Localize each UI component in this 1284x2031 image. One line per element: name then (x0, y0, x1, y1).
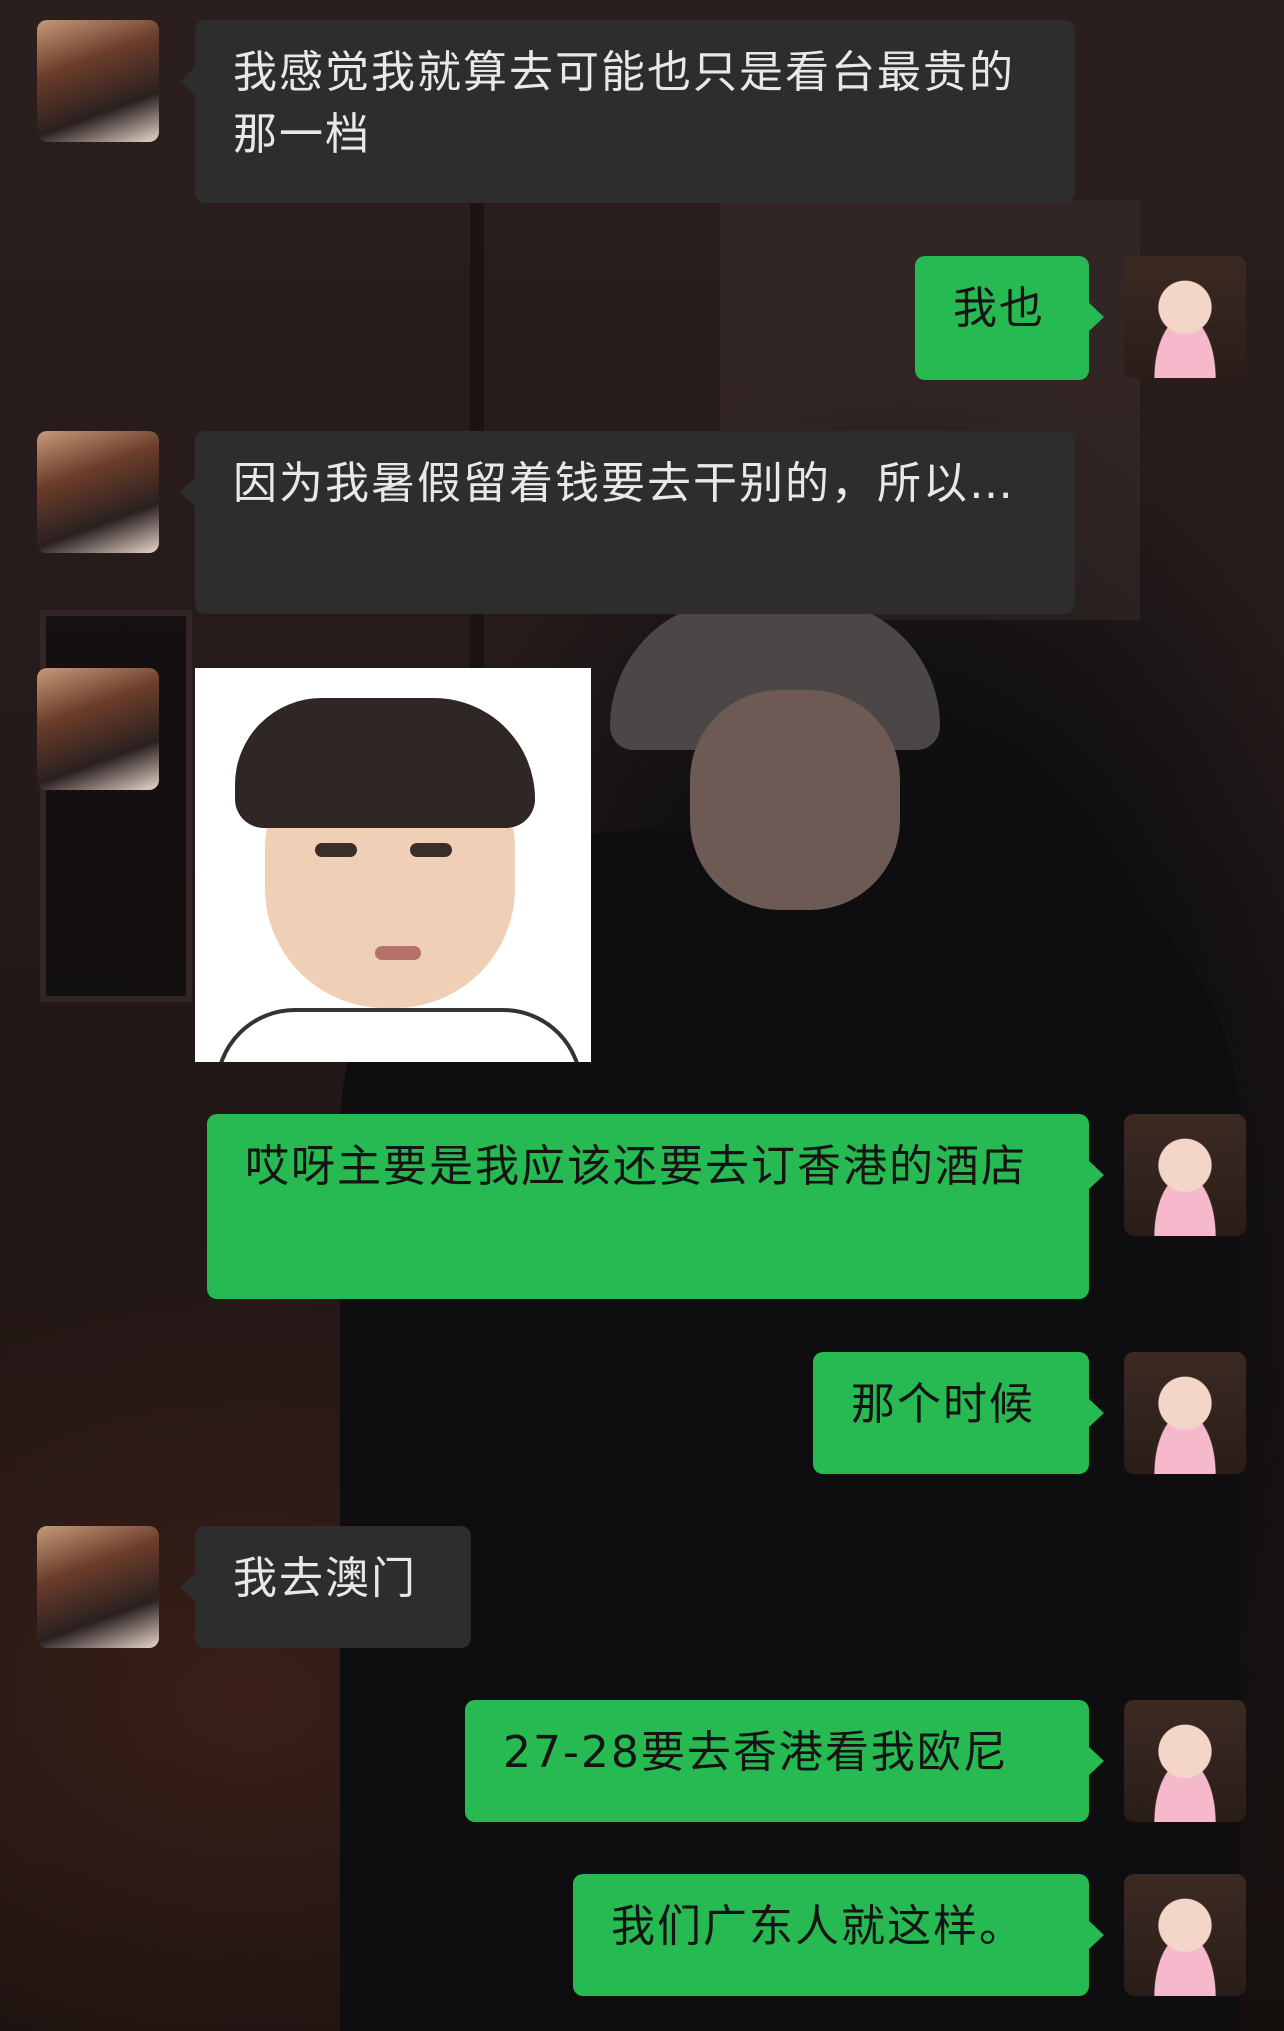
self-avatar[interactable] (1124, 1352, 1246, 1474)
sticker-right-eye (410, 843, 452, 857)
wallpaper-person-face (690, 690, 900, 910)
contact-avatar[interactable] (37, 1526, 159, 1648)
contact-avatar[interactable] (37, 431, 159, 553)
self-avatar[interactable] (1124, 1114, 1246, 1236)
sticker-mouth (375, 946, 421, 960)
message-bubble-outgoing[interactable]: 那个时候 (813, 1352, 1104, 1474)
message-bubble-incoming[interactable]: 我去澳门 (180, 1526, 471, 1648)
message-bubble-outgoing[interactable]: 哎呀主要是我应该还要去订香港的酒店 (207, 1114, 1104, 1299)
self-avatar[interactable] (1124, 1874, 1246, 1996)
self-avatar[interactable] (1124, 1700, 1246, 1822)
message-bubble-incoming[interactable]: 因为我暑假留着钱要去干别的，所以… (180, 431, 1075, 614)
message-bubble-incoming[interactable]: 我感觉我就算去可能也只是看台最贵的那一档 (180, 20, 1075, 203)
sticker-left-eye (315, 843, 357, 857)
message-bubble-outgoing[interactable]: 27-28要去香港看我欧尼 (465, 1700, 1104, 1822)
sticker-hair (235, 698, 535, 828)
sticker-collar (215, 1008, 583, 1062)
message-bubble-outgoing[interactable]: 我也 (915, 256, 1104, 380)
message-bubble-outgoing[interactable]: 我们广东人就这样。 (573, 1874, 1104, 1996)
contact-avatar[interactable] (37, 20, 159, 142)
contact-avatar[interactable] (37, 668, 159, 790)
self-avatar[interactable] (1124, 256, 1246, 378)
face-sticker[interactable] (195, 668, 591, 1062)
